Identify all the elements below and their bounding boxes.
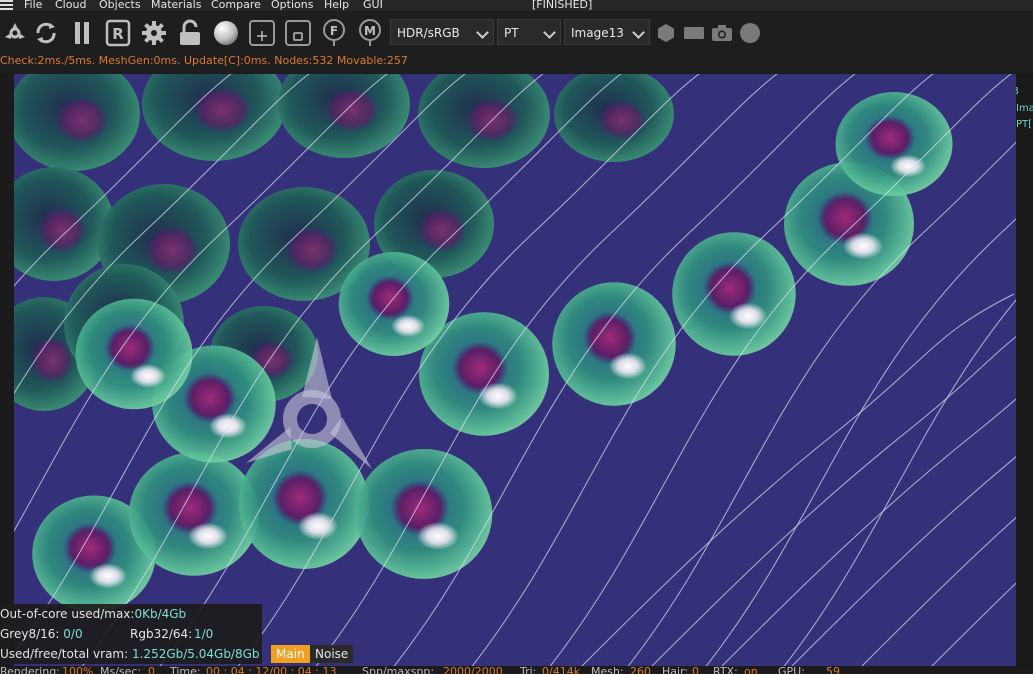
rgb-label: Rgb32/64: (130, 627, 193, 641)
cell-front-10 (75, 298, 193, 410)
ms-value: 0 (148, 666, 155, 674)
focus-f-icon[interactable]: F (319, 18, 349, 48)
restart-r-icon[interactable]: R (103, 18, 133, 48)
cell-back-2 (278, 74, 410, 158)
svg-text:R: R (112, 25, 124, 43)
ab-compare-label[interactable]: A B (1016, 86, 1019, 97)
rtx-label: RTX: (713, 666, 738, 674)
render-status: [FINISHED] (532, 0, 593, 11)
rendering-label: Rendering: (0, 666, 60, 674)
menu-objects[interactable]: Objects (99, 0, 141, 10)
svg-text:M: M (364, 24, 376, 38)
image-dropdown[interactable]: Image13 (564, 19, 650, 45)
ooc-label: Out-of-core used/max: (0, 607, 135, 621)
vram-value: 1.252Gb/5.04Gb/8Gb (131, 647, 260, 661)
grey-label: Grey8/16: (0, 627, 60, 641)
octane-logo-icon[interactable] (0, 18, 30, 48)
hair-value: 0 (692, 666, 699, 674)
chevron-down-icon (632, 26, 645, 39)
cell-front-8 (835, 92, 953, 196)
rendering-value: 100% (62, 666, 94, 674)
vram-row: Used/free/total vram: 1.252Gb/5.04Gb/8Gb (0, 644, 262, 664)
svg-text:F: F (330, 24, 338, 38)
mesh-value: 260 (630, 666, 651, 674)
render-viewport[interactable] (14, 74, 1016, 666)
noise-channel-button[interactable]: Noise (310, 645, 354, 663)
gpu-label: GPU: (778, 666, 805, 674)
spp-label: Spp/maxspp: (362, 666, 435, 674)
hair-label: Hair: (662, 666, 689, 674)
hexagon-icon[interactable] (652, 18, 680, 48)
tri-label: Tri: (520, 666, 537, 674)
cell-front-11 (338, 252, 450, 356)
time-label: Time: (170, 666, 201, 674)
region-focus-icon[interactable] (283, 18, 313, 48)
out-of-core-row: Out-of-core used/max:0Kb/4Gb (0, 604, 262, 624)
cell-back-3 (418, 74, 550, 168)
lock-icon[interactable] (175, 18, 205, 48)
chevron-down-icon (543, 26, 556, 39)
menu-gui[interactable]: GUI (363, 0, 383, 10)
chevron-down-icon (476, 26, 489, 39)
spp-value: 2000/2000 (443, 666, 503, 674)
settings-gear-icon[interactable] (139, 18, 169, 48)
menu-compare[interactable]: Compare (211, 0, 261, 10)
image-label: Ima (1016, 103, 1033, 114)
cell-back-5 (14, 167, 114, 281)
cell-front-5 (552, 282, 676, 406)
vram-label: Used/free/total vram: (0, 647, 129, 661)
menu-bar: File Cloud Objects Materials Compare Opt… (0, 0, 1033, 11)
rectangle-icon[interactable] (680, 18, 708, 48)
rgb-value: 1/0 (194, 627, 214, 641)
time-value: 00 : 04 : 12/00 : 04 : 13 (206, 666, 337, 674)
material-m-icon[interactable]: M (355, 18, 385, 48)
reset-icon[interactable] (31, 18, 61, 48)
cell-back-0 (14, 74, 140, 171)
menu-help[interactable]: Help (324, 0, 349, 10)
texture-count-row: Grey8/16: 0/0 Rgb32/64: 1/0 (0, 624, 262, 644)
main-channel-button[interactable]: Main (271, 645, 310, 663)
cell-front-6 (672, 232, 796, 356)
render-kernel-value: PT (504, 26, 519, 40)
image-name-value: Image13 (571, 26, 624, 40)
menu-file[interactable]: File (24, 0, 42, 10)
rendered-image (14, 74, 1016, 666)
mesh-label: Mesh: (591, 666, 624, 674)
kernel-label: PT[ (1016, 119, 1033, 130)
render-statistics-bar: Rendering: 100% Ms/sec: 0 Time: 00 : 04 … (0, 666, 1033, 674)
gpu-value: 59 (826, 666, 840, 674)
camera-icon[interactable] (708, 18, 736, 48)
region-add-icon[interactable] (247, 18, 277, 48)
cell-front-3 (355, 449, 493, 579)
sphere-icon[interactable] (211, 18, 241, 48)
menu-cloud[interactable]: Cloud (55, 0, 86, 10)
render-kernel-dropdown[interactable]: PT (497, 19, 561, 45)
right-side-panel: A B Ima PT[ (1016, 74, 1033, 666)
cells-front-layer (32, 92, 953, 613)
color-space-dropdown[interactable]: HDR/sRGB (390, 19, 494, 45)
tri-value: 0/414k (542, 666, 581, 674)
menu-materials[interactable]: Materials (151, 0, 201, 10)
scene-stats-line: Check:2ms./5ms. MeshGen:0ms. Update[C]:0… (0, 53, 1033, 73)
ooc-value: 0Kb/4Gb (134, 607, 187, 621)
cell-back-1 (142, 74, 286, 161)
hamburger-menu-icon[interactable] (0, 0, 14, 11)
pause-icon[interactable] (67, 18, 97, 48)
menu-options[interactable]: Options (271, 0, 313, 10)
render-toolbar: R F M HDR/sRGB PT Image13 (0, 11, 1033, 53)
circle-icon[interactable] (736, 18, 764, 48)
grey-value: 0/0 (63, 627, 83, 641)
color-space-value: HDR/sRGB (397, 26, 460, 40)
rtx-value: on (744, 666, 758, 674)
memory-info-panel: Out-of-core used/max:0Kb/4Gb Grey8/16: 0… (0, 604, 262, 664)
ms-label: Ms/sec: (100, 666, 142, 674)
cell-front-1 (129, 452, 259, 576)
